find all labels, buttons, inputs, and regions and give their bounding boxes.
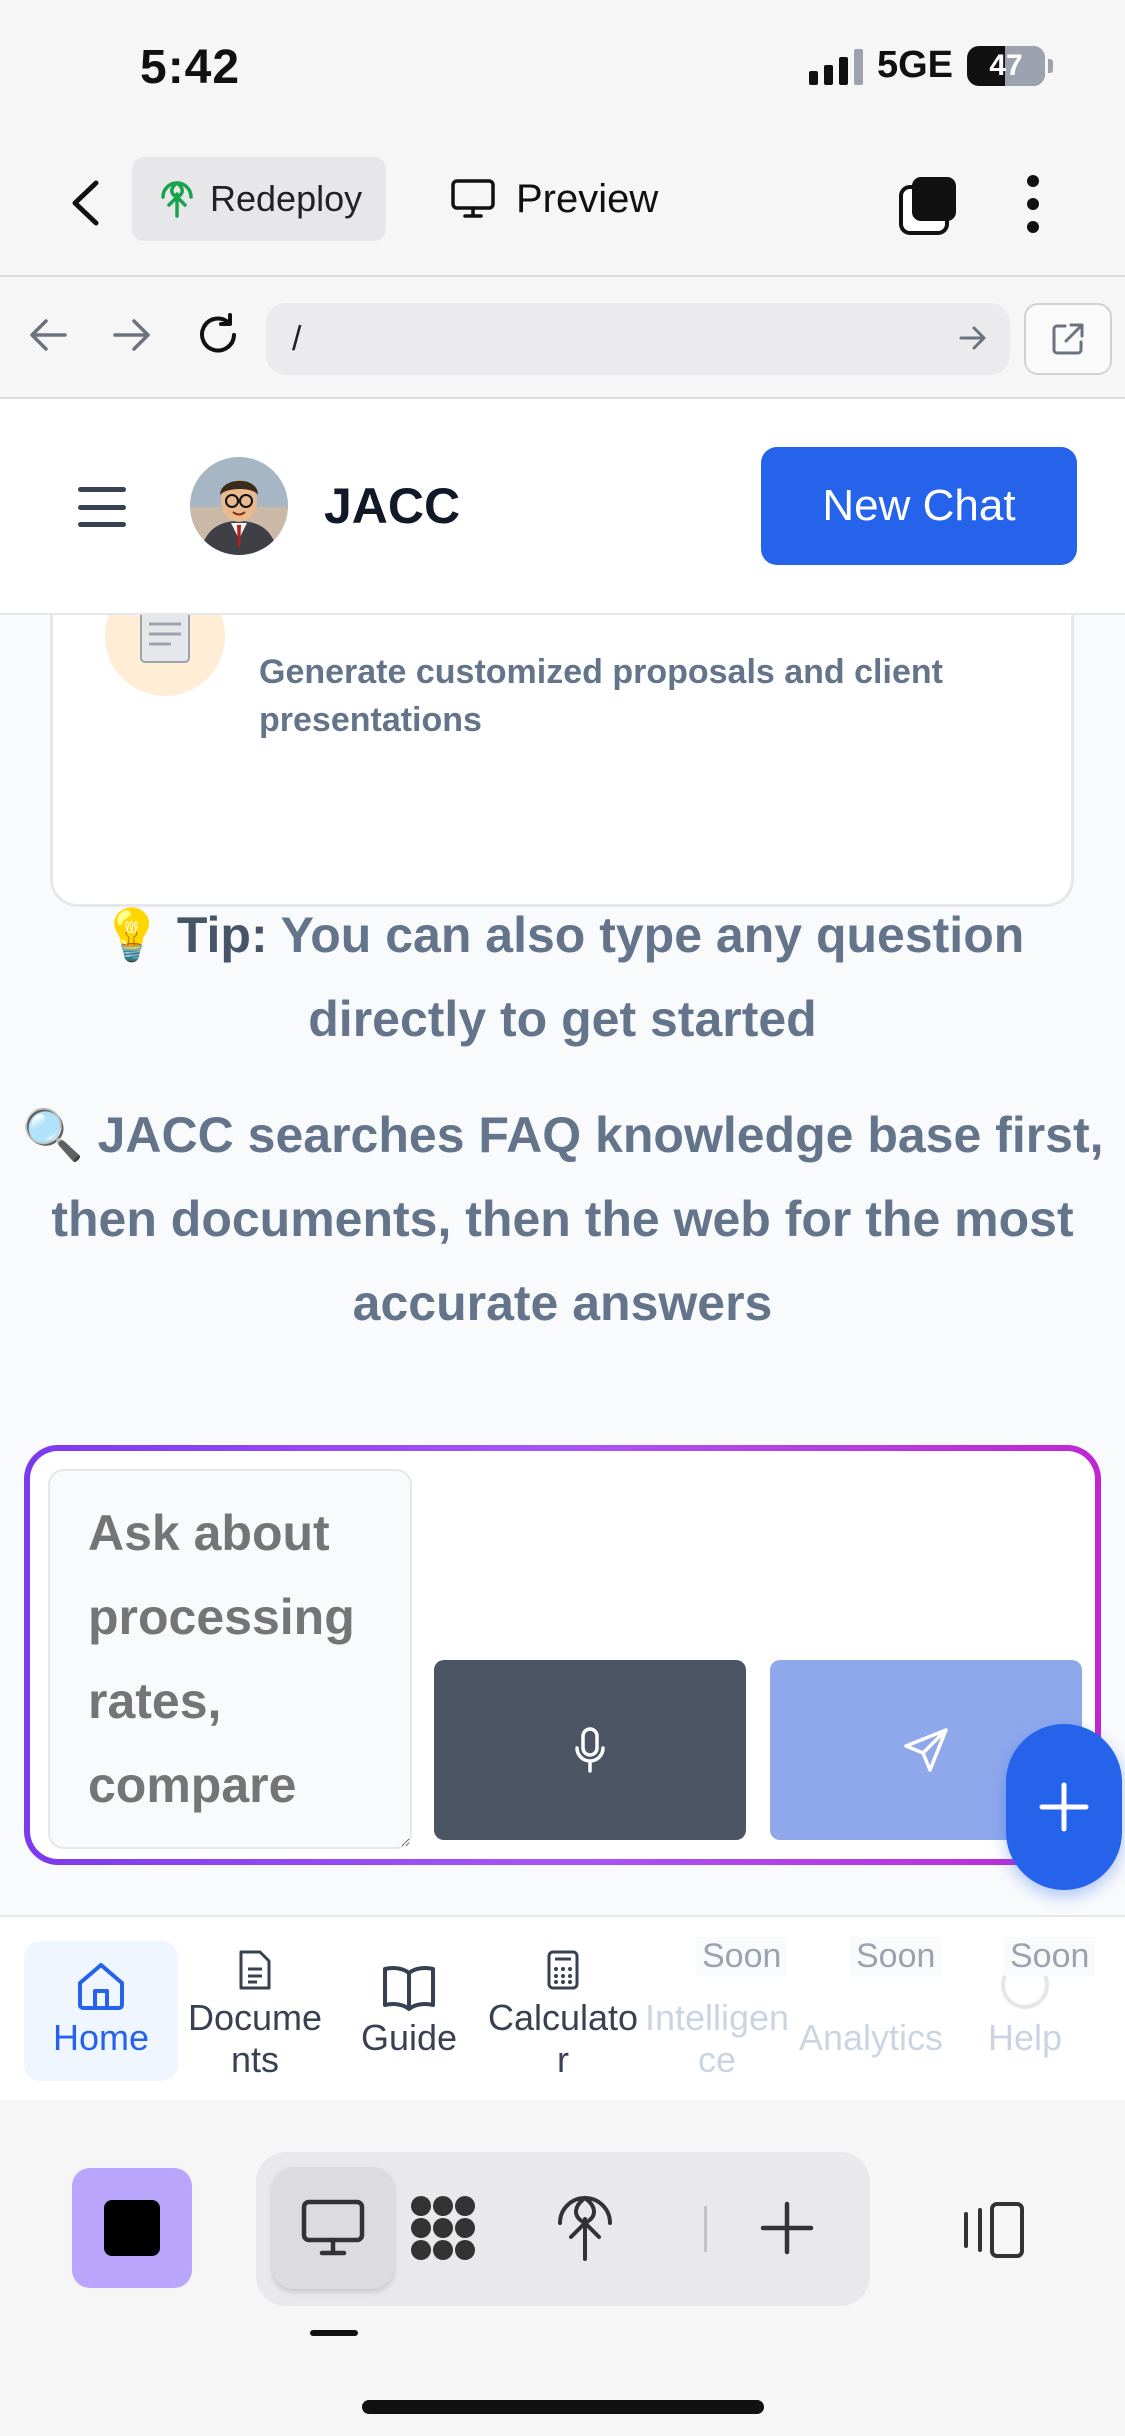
deploy-icon (558, 2196, 612, 2261)
toolbar-divider (704, 2206, 707, 2252)
monitor-icon (301, 2199, 365, 2256)
preview-label: Preview (516, 176, 659, 221)
bottom-nav: Home Documents Guide Calculator Intellig… (0, 1915, 1125, 2100)
nav-calculator-label: Calculator (487, 1997, 639, 2080)
chevron-left-icon (72, 180, 99, 226)
soon-badge: Soon (1004, 1937, 1096, 1976)
feature-card[interactable]: Generate customized proposals and client… (50, 615, 1074, 907)
redeploy-label: Redeploy (210, 178, 363, 219)
battery-icon: 47 (967, 45, 1053, 86)
monitor-icon (451, 179, 495, 218)
tip-text: You can also type any question directly … (280, 907, 1025, 1047)
avatar (190, 457, 288, 555)
book-icon (383, 1966, 435, 2011)
plus-icon (1039, 1782, 1089, 1832)
battery-level: 47 (989, 48, 1023, 82)
url-bar: / (0, 277, 1125, 399)
browser-back-icon[interactable] (20, 307, 76, 363)
tabs-icon[interactable] (898, 175, 958, 235)
back-button[interactable] (60, 173, 110, 233)
nav-calculator[interactable]: Calculator (486, 1941, 640, 2081)
home-icon (78, 1963, 124, 2010)
go-arrow-icon[interactable] (958, 323, 988, 353)
nav-guide-label: Guide (360, 2017, 458, 2058)
search-note-block: 🔍 JACC searches FAQ knowledge base first… (20, 1093, 1105, 1345)
send-icon (904, 1728, 948, 1772)
lightbulb-icon: 💡 (100, 907, 163, 963)
active-tab-indicator (310, 2330, 358, 2336)
magnifier-icon: 🔍 (21, 1107, 84, 1163)
deploy-tool-button[interactable] (524, 2167, 646, 2289)
nav-intelligence-label: Intelligence (644, 1997, 790, 2080)
network-type: 5GE (876, 44, 953, 86)
split-view-icon[interactable] (958, 2190, 1028, 2270)
preview-tab[interactable]: Preview (450, 157, 658, 241)
card-description: Generate customized proposals and client… (259, 653, 943, 739)
plus-icon (760, 2201, 814, 2255)
voice-input-button[interactable] (434, 1660, 746, 1840)
deploy-icon (161, 181, 193, 218)
microphone-icon (575, 1727, 605, 1773)
tool-group (256, 2152, 870, 2306)
browser-forward-icon[interactable] (104, 307, 160, 363)
tip-label: Tip: (176, 907, 268, 963)
nav-guide[interactable]: Guide (332, 1941, 486, 2081)
signal-icon (808, 47, 863, 85)
add-fab-button[interactable] (1006, 1724, 1122, 1890)
nav-documents-label: Documents (187, 1997, 323, 2080)
stop-button[interactable] (72, 2168, 192, 2288)
menu-icon[interactable] (78, 487, 126, 527)
chat-welcome: Generate customized proposals and client… (0, 615, 1125, 1915)
new-tab-button[interactable] (726, 2167, 848, 2289)
stop-icon (104, 2200, 160, 2256)
search-note-text: JACC searches FAQ knowledge base first, … (51, 1107, 1104, 1331)
nav-help-label: Help (987, 2017, 1063, 2058)
open-external-button[interactable] (1024, 303, 1112, 375)
replit-bottom-toolbar (0, 2100, 1125, 2436)
redeploy-button[interactable]: Redeploy (132, 157, 386, 241)
refresh-icon[interactable] (190, 307, 246, 363)
preview-tool-button[interactable] (272, 2167, 394, 2289)
app-header: JACC New Chat (0, 399, 1125, 615)
url-text: / (292, 319, 302, 358)
nav-home-label: Home (52, 2017, 150, 2058)
tip-text-block: 💡 Tip: You can also type any question di… (40, 893, 1085, 1061)
status-bar: 5:42 5GE 47 (0, 0, 1125, 135)
status-indicators: 5GE 47 (808, 44, 1053, 87)
new-chat-button[interactable]: New Chat (761, 447, 1077, 565)
more-options-icon[interactable] (1018, 169, 1048, 239)
soon-badge: Soon (850, 1937, 942, 1976)
nav-home[interactable]: Home (24, 1941, 178, 2081)
proposal-icon (105, 615, 225, 696)
url-input[interactable]: / (266, 303, 1010, 375)
replit-grid-icon (411, 2196, 475, 2260)
replit-top-bar: Redeploy Preview (0, 135, 1125, 277)
calculator-icon (547, 1950, 579, 1990)
soon-badge: Soon (696, 1937, 788, 1976)
home-indicator[interactable] (362, 2400, 764, 2414)
workspace-tool-button[interactable] (382, 2167, 504, 2289)
status-time: 5:42 (140, 41, 241, 94)
nav-documents[interactable]: Documents (178, 1941, 332, 2081)
chat-input[interactable] (48, 1469, 412, 1849)
nav-analytics-label: Analytics (798, 2017, 944, 2058)
external-link-icon (1052, 323, 1084, 355)
document-icon (239, 1950, 271, 1990)
app-title: JACC (324, 478, 461, 534)
chat-composer (24, 1445, 1101, 1865)
